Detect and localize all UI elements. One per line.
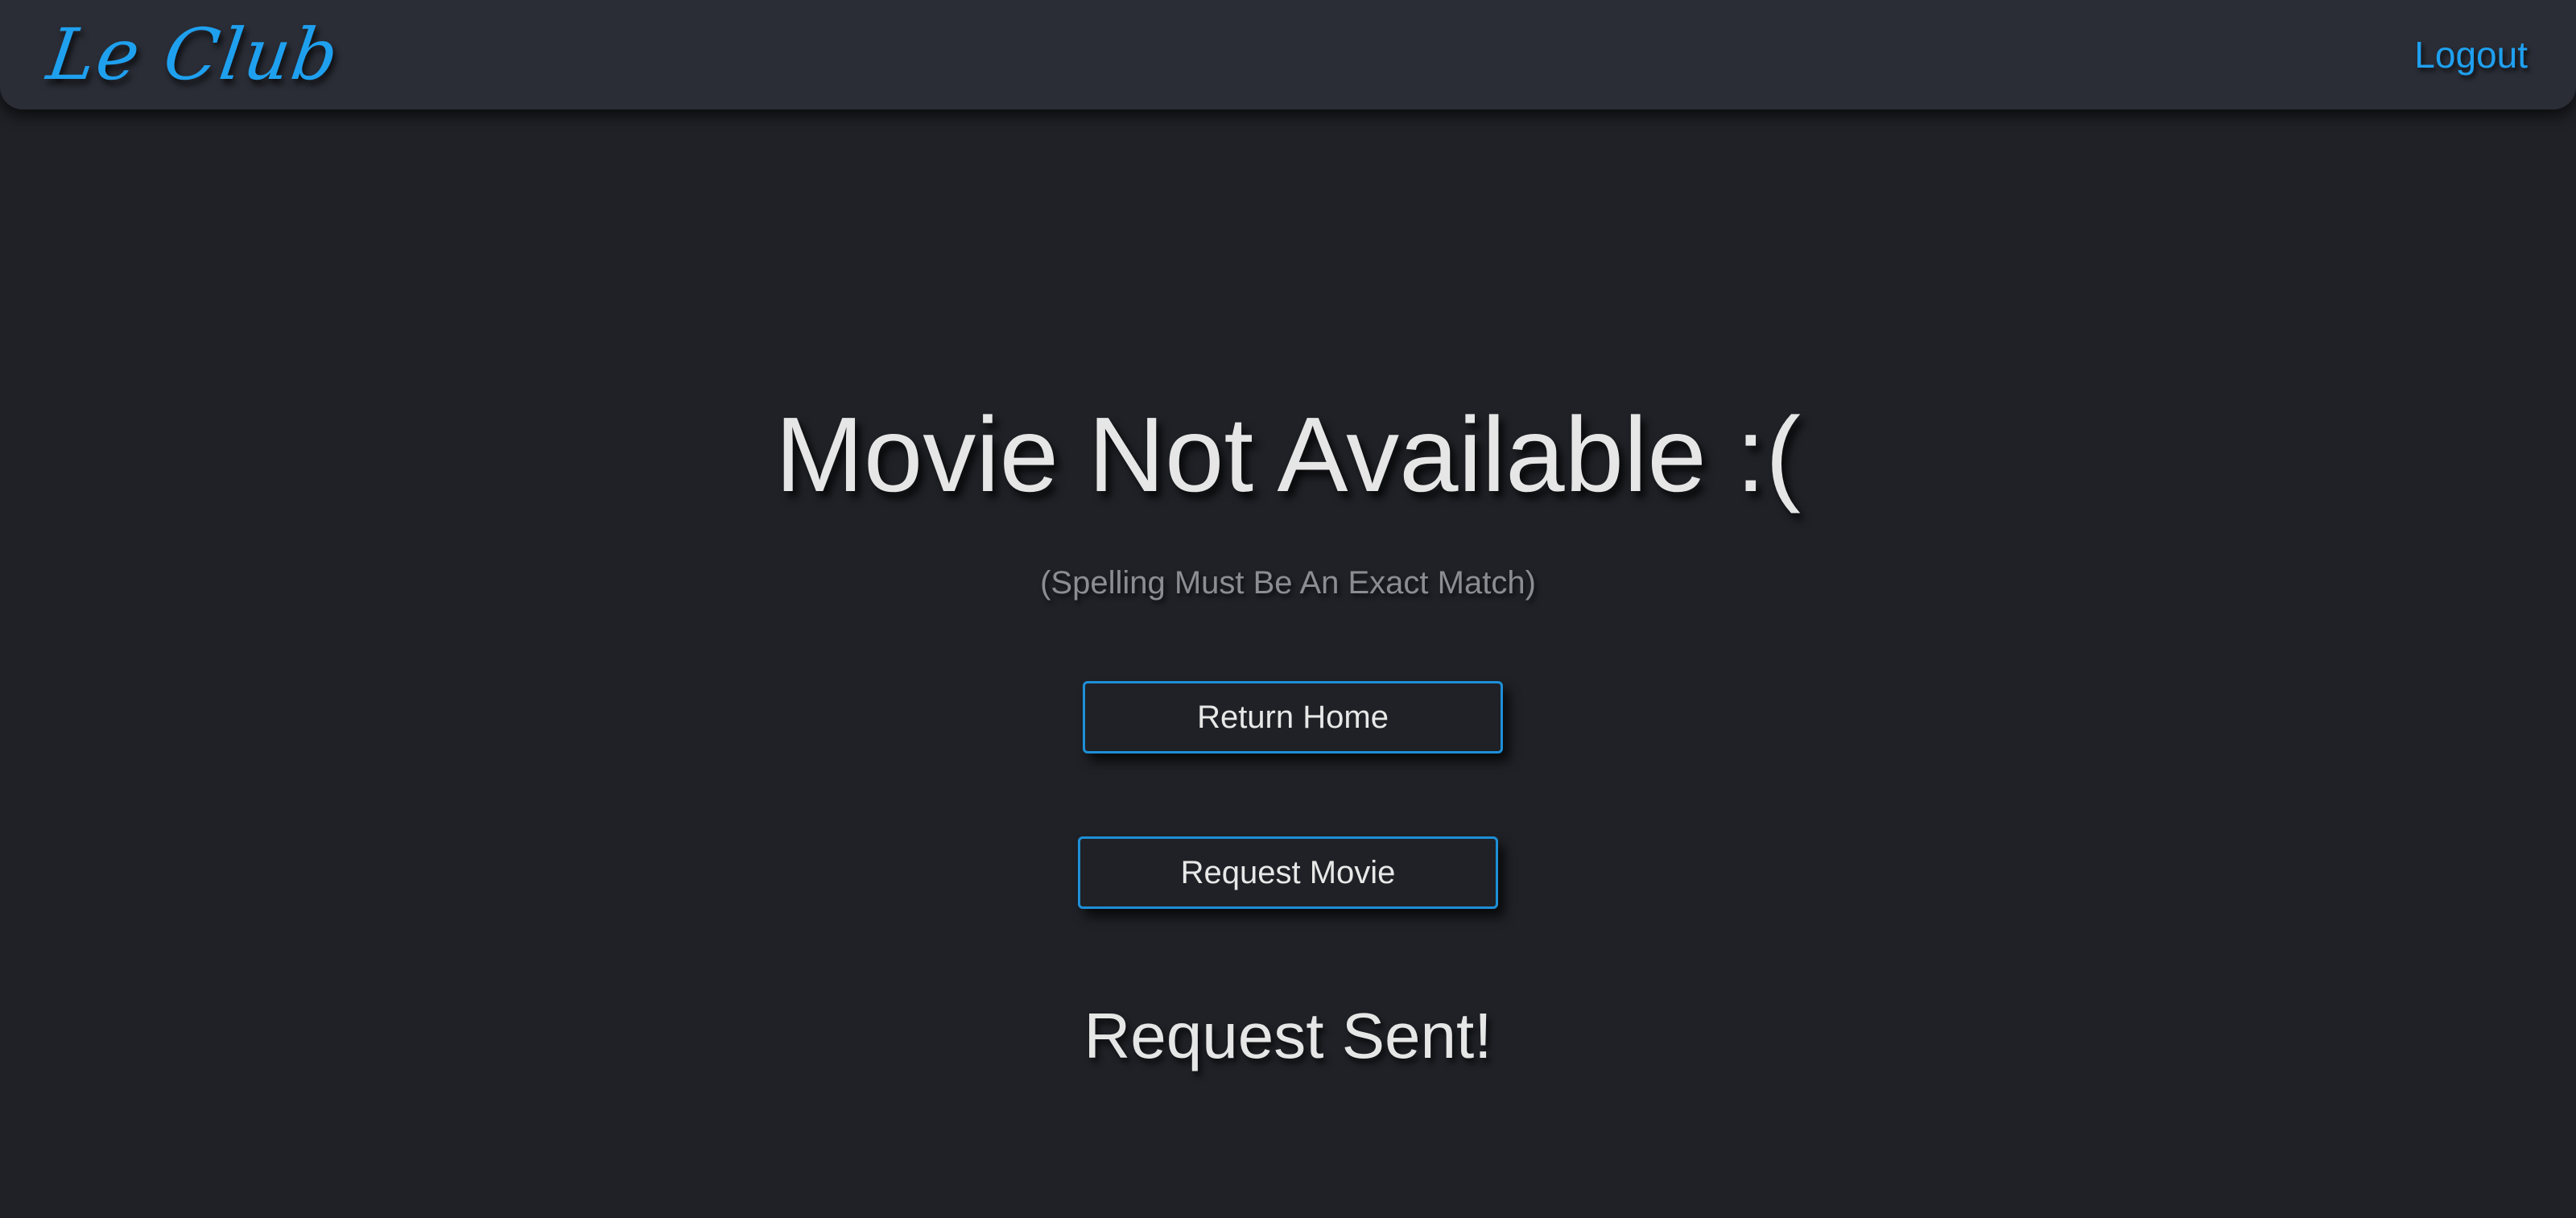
page-title: Movie Not Available :( <box>774 395 1802 514</box>
top-navbar: Le Club Logout <box>0 0 2576 109</box>
request-status-message: Request Sent! <box>1084 1000 1492 1071</box>
spelling-hint: (Spelling Must Be An Exact Match) <box>1040 565 1536 601</box>
main-content: Movie Not Available :( (Spelling Must Be… <box>0 0 2576 1218</box>
le-club-logo[interactable]: Le Club <box>43 13 345 96</box>
logout-link[interactable]: Logout <box>2414 27 2528 82</box>
request-movie-button[interactable]: Request Movie <box>1078 836 1498 909</box>
return-home-button[interactable]: Return Home <box>1083 681 1503 754</box>
